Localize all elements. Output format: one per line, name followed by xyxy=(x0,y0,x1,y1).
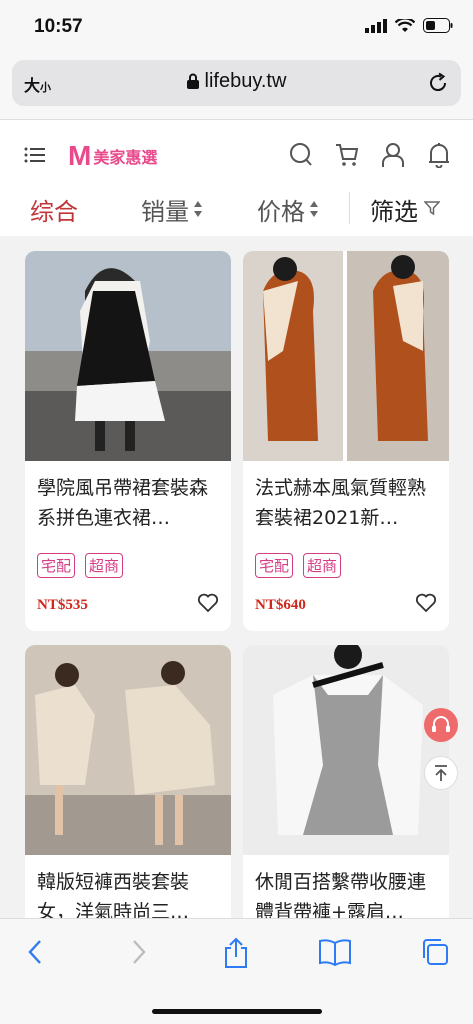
product-image[interactable] xyxy=(25,251,231,461)
product-image[interactable] xyxy=(243,251,449,461)
signal-icon xyxy=(365,18,387,33)
logo-name: 美家惠選 xyxy=(93,148,158,167)
lock-icon xyxy=(186,73,199,89)
user-icon[interactable] xyxy=(381,142,405,168)
bookmarks-icon[interactable] xyxy=(318,937,352,967)
forward-icon[interactable] xyxy=(128,937,148,967)
sort-bar: 综合 销量 价格 筛选 xyxy=(0,188,473,230)
sort-price[interactable]: 价格 xyxy=(257,192,319,227)
product-price: NT$640 xyxy=(255,597,306,613)
tabs-icon[interactable] xyxy=(420,937,450,967)
product-card[interactable]: 學院風吊帶裙套裝森系拼色連衣裙… 宅配 超商 NT$535 xyxy=(25,251,231,631)
support-button[interactable] xyxy=(424,708,458,742)
filter-icon xyxy=(423,201,441,216)
product-image[interactable] xyxy=(243,645,449,855)
tag-store-pickup: 超商 xyxy=(85,553,124,578)
tag-home-delivery: 宅配 xyxy=(255,553,294,578)
sort-arrows-icon xyxy=(310,201,318,217)
reload-icon[interactable] xyxy=(427,72,449,94)
product-tags: 宅配 超商 xyxy=(37,553,124,578)
product-tags: 宅配 超商 xyxy=(255,553,342,578)
menu-icon[interactable] xyxy=(24,146,46,164)
status-icons xyxy=(365,18,453,33)
logo-letter: M xyxy=(68,140,92,171)
url-text: lifebuy.tw xyxy=(204,70,287,92)
sort-arrows-icon xyxy=(194,201,202,217)
browser-bottom-bar xyxy=(0,918,473,1024)
home-indicator xyxy=(152,1009,322,1014)
filter-button[interactable]: 筛选 xyxy=(370,192,441,227)
sort-sales[interactable]: 销量 xyxy=(141,192,203,227)
heart-icon[interactable] xyxy=(197,593,219,613)
site-header: M 美家惠選 综合 销量 价格 筛选 xyxy=(0,120,473,236)
browser-toolbar: 大小 lifebuy.tw xyxy=(0,56,473,120)
back-to-top-button[interactable] xyxy=(424,756,458,790)
product-card[interactable]: 法式赫本風氣質輕熟套裝裙2021新… 宅配 超商 NT$640 xyxy=(243,251,449,631)
status-bar: 10:57 xyxy=(0,0,473,56)
product-title[interactable]: 學院風吊帶裙套裝森系拼色連衣裙… xyxy=(37,473,221,535)
wifi-icon xyxy=(395,18,415,32)
back-to-top-icon xyxy=(435,765,447,781)
cart-icon[interactable] xyxy=(335,142,359,168)
address-bar[interactable]: 大小 lifebuy.tw xyxy=(12,60,461,106)
battery-icon xyxy=(423,18,453,33)
tag-store-pickup: 超商 xyxy=(303,553,342,578)
heart-icon[interactable] xyxy=(415,593,437,613)
product-title[interactable]: 法式赫本風氣質輕熟套裝裙2021新… xyxy=(255,473,439,535)
tag-home-delivery: 宅配 xyxy=(37,553,76,578)
support-icon xyxy=(432,716,450,732)
status-time: 10:57 xyxy=(34,16,83,37)
site-logo[interactable]: M 美家惠選 xyxy=(68,140,157,172)
product-card[interactable]: 休閒百搭繫帶收腰連體背帶褲+露肩… xyxy=(243,645,449,935)
url-display[interactable]: lifebuy.tw xyxy=(12,70,461,93)
bell-icon[interactable] xyxy=(427,142,451,168)
share-icon[interactable] xyxy=(222,937,250,969)
product-card[interactable]: 韓版短褲西裝套裝女，洋氣時尚三… xyxy=(25,645,231,935)
sort-comprehensive[interactable]: 综合 xyxy=(30,192,78,227)
product-price: NT$535 xyxy=(37,597,88,613)
product-image[interactable] xyxy=(25,645,231,855)
divider xyxy=(349,192,350,224)
back-icon[interactable] xyxy=(26,937,46,967)
search-icon[interactable] xyxy=(289,142,313,168)
